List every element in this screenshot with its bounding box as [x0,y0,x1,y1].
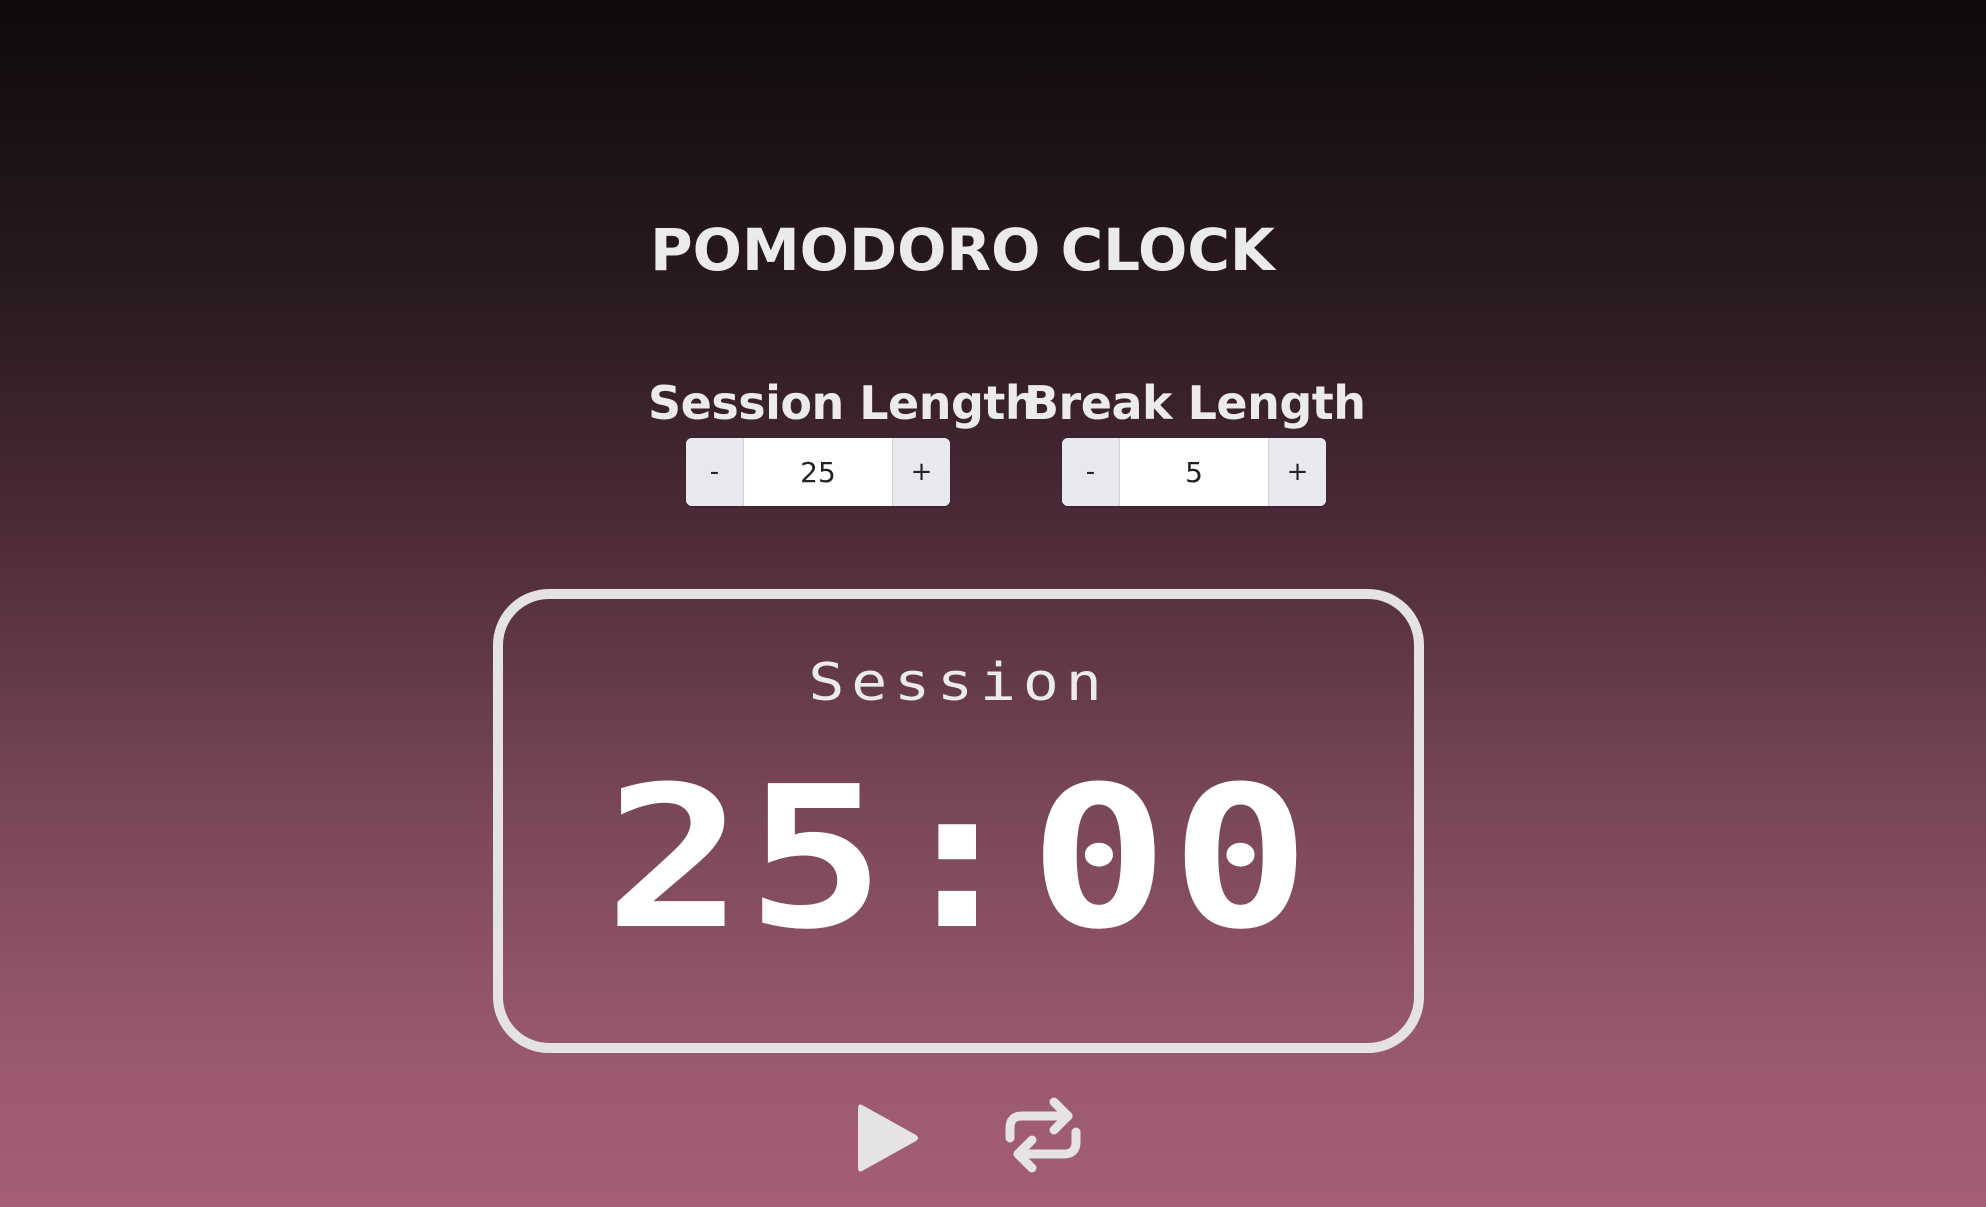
session-increment-button[interactable]: + [892,438,950,506]
page-title: POMODORO CLOCK [650,216,1275,284]
break-decrement-button[interactable]: - [1062,438,1120,506]
break-length-setting: Break Length - + [1024,376,1366,506]
session-length-label: Session Length [648,376,1038,430]
reset-button[interactable] [1002,1094,1084,1176]
break-length-input[interactable] [1120,438,1268,506]
timer-display: 25:00 [604,745,1313,973]
play-icon [858,1104,918,1172]
timer-panel: Session 25:00 [493,589,1424,1053]
break-length-label: Break Length [1024,376,1366,430]
timer-mode-label: Session [808,653,1109,713]
break-length-stepper: - + [1062,438,1326,506]
session-decrement-button[interactable]: - [686,438,744,506]
session-length-stepper: - + [686,438,950,506]
session-length-input[interactable] [744,438,892,506]
break-increment-button[interactable]: + [1268,438,1326,506]
session-length-setting: Session Length - + [648,376,1038,506]
play-button[interactable] [856,1101,920,1175]
repeat-icon [1005,1097,1081,1173]
